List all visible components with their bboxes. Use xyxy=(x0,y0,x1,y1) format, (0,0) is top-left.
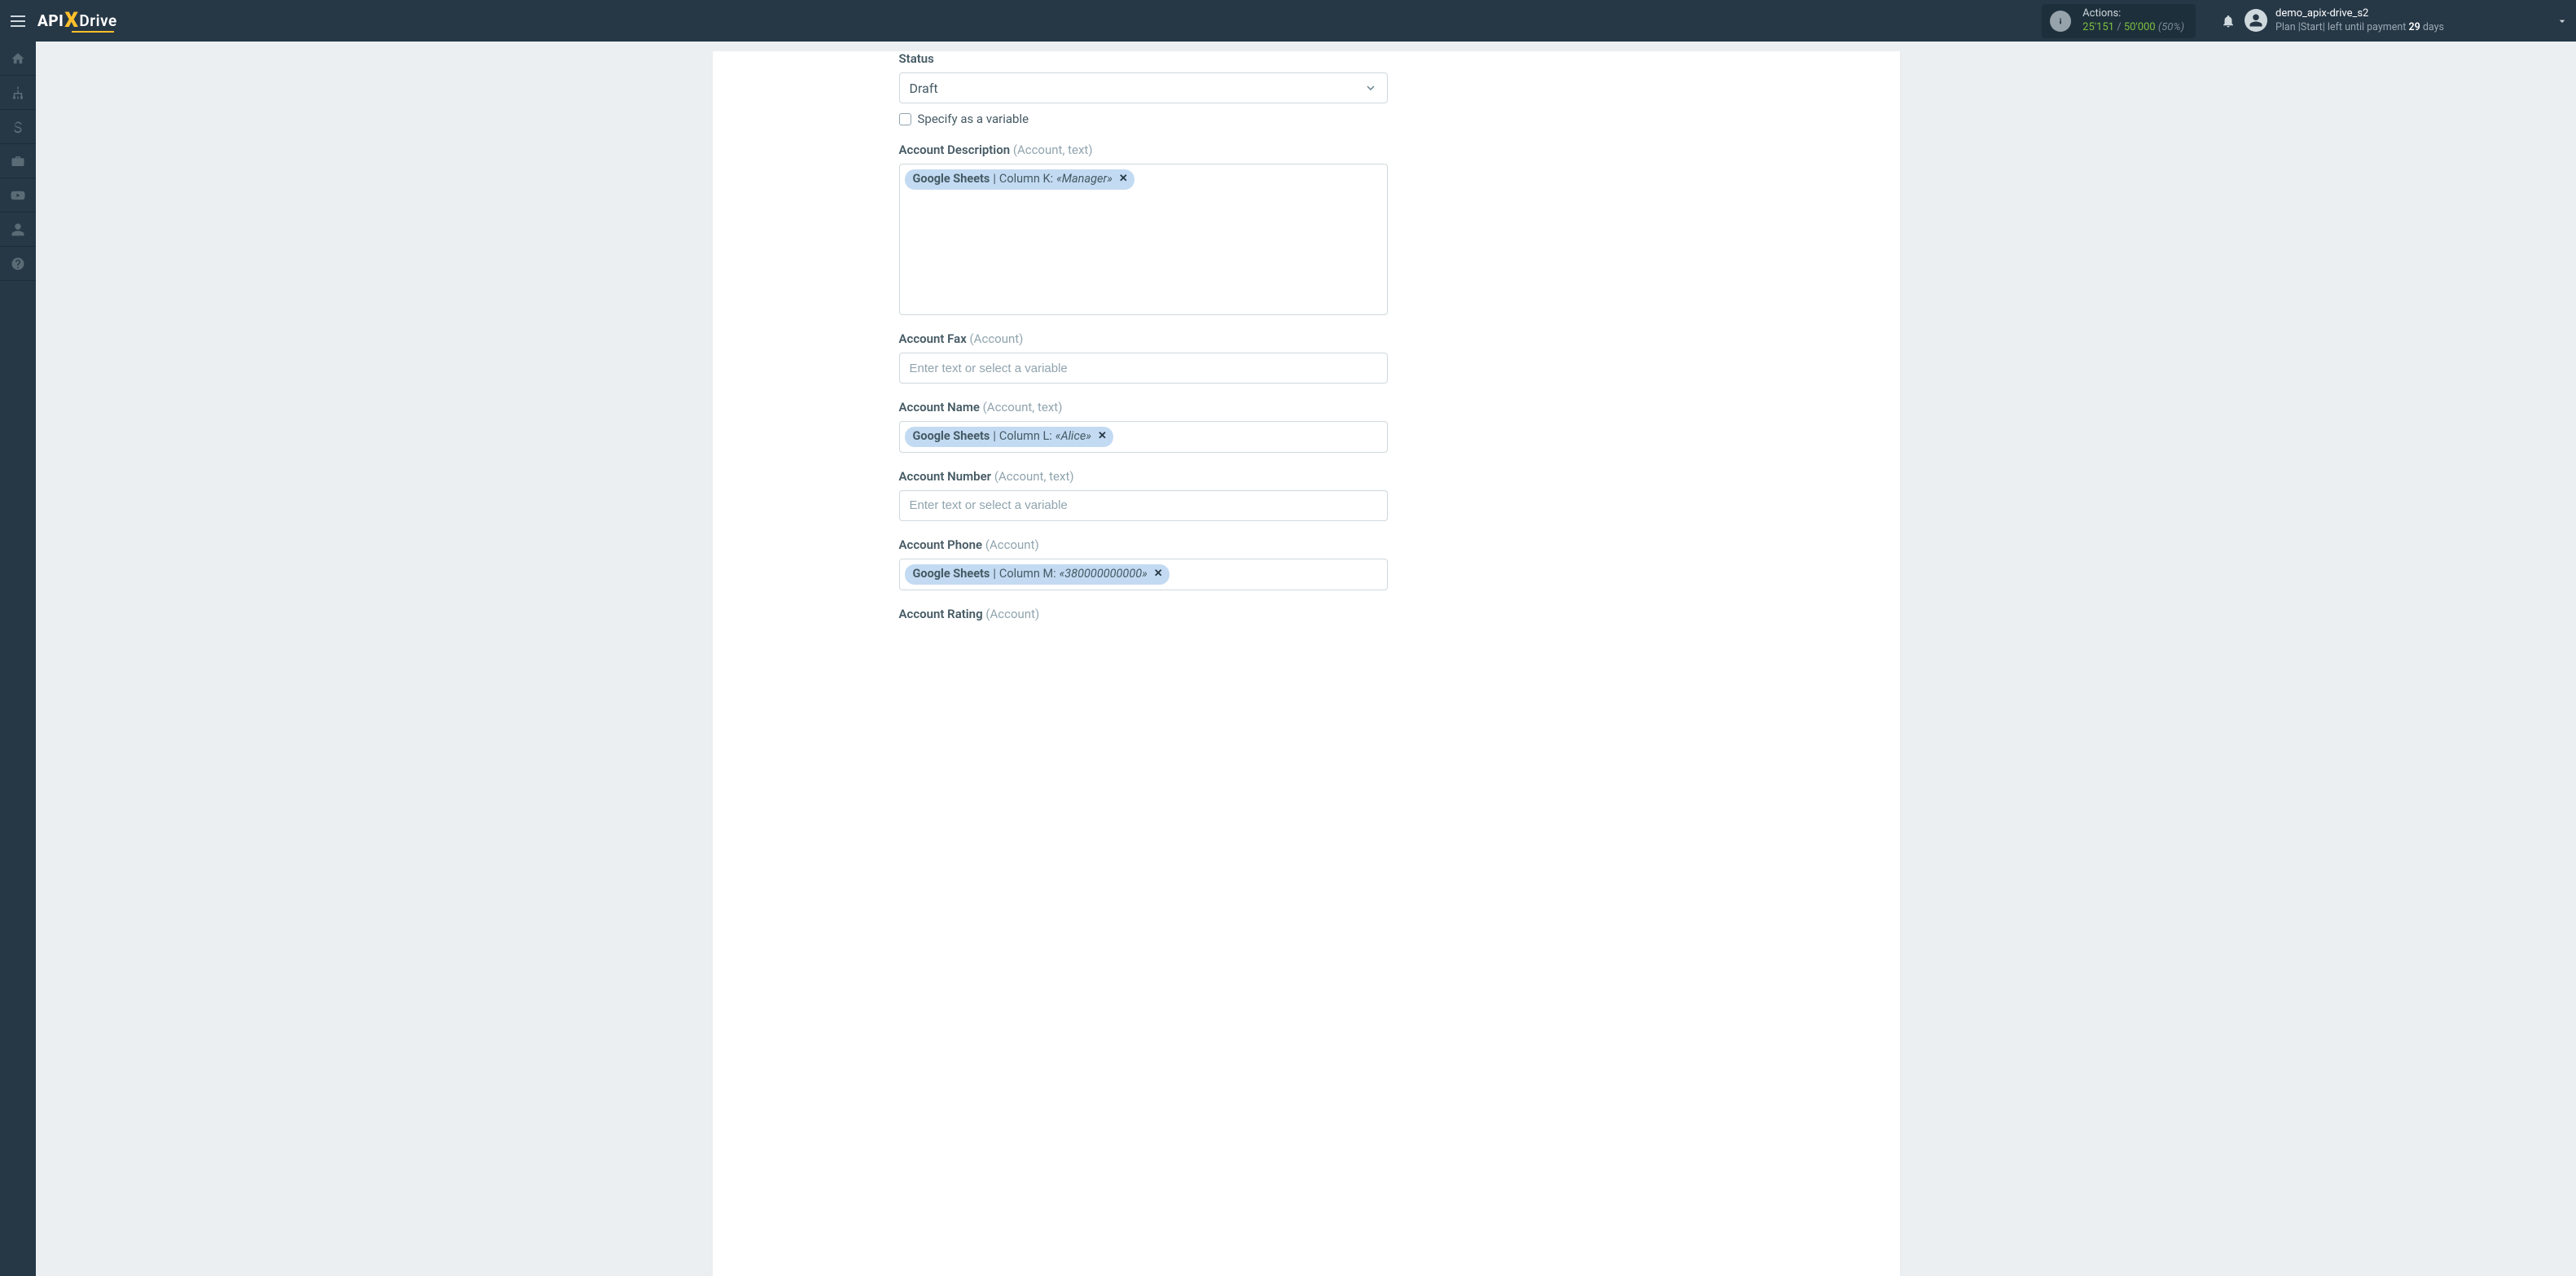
label-account-number: Account Number xyxy=(899,469,992,484)
label-status: Status xyxy=(899,51,934,66)
account-fax-input[interactable] xyxy=(910,362,1377,375)
hint-account-name: (Account, text) xyxy=(983,400,1063,414)
logo[interactable]: API X Drive xyxy=(36,0,117,42)
status-select[interactable]: Draft xyxy=(899,72,1388,103)
label-account-fax: Account Fax xyxy=(899,331,967,346)
field-account-rating: Account Rating (Account) xyxy=(899,607,1388,621)
avatar xyxy=(2245,9,2267,32)
field-account-number: Account Number (Account, text) xyxy=(899,469,1388,521)
account-number-input[interactable] xyxy=(910,498,1377,512)
hint-account-number: (Account, text) xyxy=(994,469,1074,484)
logo-drive-text: Drive xyxy=(79,11,116,30)
bell-icon xyxy=(2221,13,2236,29)
hint-account-phone: (Account) xyxy=(985,537,1039,552)
sitemap-icon xyxy=(11,86,25,100)
info-icon xyxy=(2050,11,2071,32)
help-icon xyxy=(11,257,25,271)
label-account-name: Account Name xyxy=(899,400,980,414)
account-phone-input[interactable]: Google Sheets | Column M: «380000000000»… xyxy=(899,559,1388,590)
field-account-description: Account Description (Account, text) Goog… xyxy=(899,143,1388,315)
left-sidebar xyxy=(0,42,36,1276)
chevron-down-icon xyxy=(1364,81,1377,94)
sidebar-item-billing[interactable] xyxy=(0,110,36,144)
sidebar-item-account[interactable] xyxy=(0,213,36,247)
dollar-icon xyxy=(11,120,25,134)
logo-api-text: API xyxy=(37,11,64,30)
actions-percent: (50%) xyxy=(2158,21,2184,33)
status-value: Draft xyxy=(910,81,938,96)
top-bar: API X Drive Actions: 25'151 / 50'000 (50… xyxy=(0,0,2576,42)
actions-label: Actions: xyxy=(2082,7,2184,21)
account-description-input[interactable]: Google Sheets | Column K: «Manager» ✕ xyxy=(899,164,1388,315)
user-name: demo_apix-drive_s2 xyxy=(2275,7,2444,21)
remove-tag-button[interactable]: ✕ xyxy=(1098,430,1107,444)
field-status: Status Draft Specify as a variable xyxy=(899,51,1388,126)
actions-used: 25'151 xyxy=(2082,21,2114,33)
user-icon xyxy=(11,222,25,237)
actions-badge[interactable]: Actions: 25'151 / 50'000 (50%) xyxy=(2042,4,2196,38)
sidebar-item-video[interactable] xyxy=(0,178,36,213)
account-fax-input-wrapper xyxy=(899,353,1388,384)
variable-tag[interactable]: Google Sheets | Column L: «Alice» ✕ xyxy=(905,427,1113,447)
user-menu[interactable]: demo_apix-drive_s2 Plan |Start| left unt… xyxy=(2245,7,2451,34)
remove-tag-button[interactable]: ✕ xyxy=(1154,568,1163,581)
youtube-icon xyxy=(11,188,25,203)
specify-as-variable-checkbox[interactable] xyxy=(899,113,911,125)
label-account-description: Account Description xyxy=(899,143,1011,157)
hint-account-description: (Account, text) xyxy=(1013,143,1093,157)
sidebar-item-briefcase[interactable] xyxy=(0,144,36,178)
field-account-fax: Account Fax (Account) xyxy=(899,331,1388,384)
user-icon xyxy=(2249,13,2263,28)
hint-account-fax: (Account) xyxy=(970,331,1024,346)
header-expand-button[interactable] xyxy=(2548,0,2576,42)
variable-tag[interactable]: Google Sheets | Column M: «380000000000»… xyxy=(905,564,1170,585)
menu-toggle[interactable] xyxy=(0,0,36,42)
main-area: Status Draft Specify as a variable xyxy=(36,42,2576,1276)
user-plan-line: Plan |Start| left until payment 29 days xyxy=(2275,21,2444,34)
sidebar-item-home[interactable] xyxy=(0,42,36,76)
sidebar-item-help[interactable] xyxy=(0,247,36,281)
home-icon xyxy=(11,51,25,66)
logo-underline xyxy=(72,31,114,33)
actions-total: 50'000 xyxy=(2124,21,2156,33)
variable-tag[interactable]: Google Sheets | Column K: «Manager» ✕ xyxy=(905,169,1134,190)
field-account-phone: Account Phone (Account) Google Sheets | … xyxy=(899,537,1388,590)
notifications-button[interactable] xyxy=(2212,0,2245,42)
hint-account-rating: (Account) xyxy=(985,607,1039,621)
hamburger-icon xyxy=(11,15,25,27)
logo-x-icon: X xyxy=(64,10,78,31)
account-number-input-wrapper xyxy=(899,490,1388,521)
account-name-input[interactable]: Google Sheets | Column L: «Alice» ✕ xyxy=(899,421,1388,453)
label-account-phone: Account Phone xyxy=(899,537,983,552)
field-account-name: Account Name (Account, text) Google Shee… xyxy=(899,400,1388,453)
specify-as-variable-label: Specify as a variable xyxy=(918,112,1029,126)
label-account-rating: Account Rating xyxy=(899,607,983,621)
chevron-down-icon xyxy=(2556,15,2569,28)
remove-tag-button[interactable]: ✕ xyxy=(1119,173,1128,186)
briefcase-icon xyxy=(11,154,25,169)
sidebar-item-connections[interactable] xyxy=(0,76,36,110)
